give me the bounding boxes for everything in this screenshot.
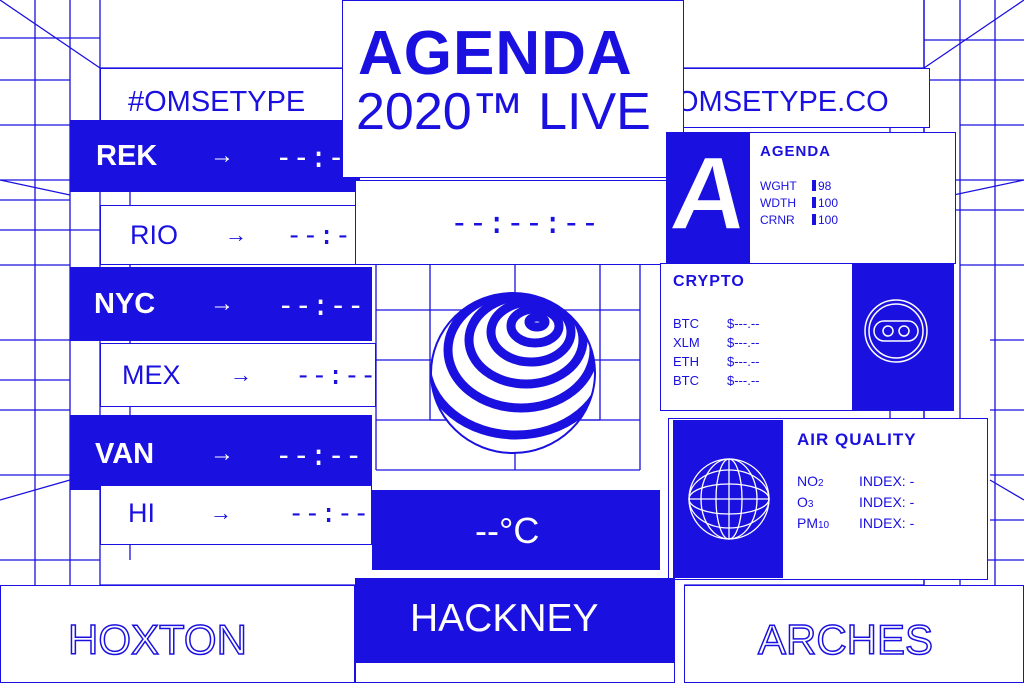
hashtag-label: #OMSETYPE [128,86,306,118]
city-code: VAN [95,438,155,470]
coin-symbol: XLM [673,335,700,350]
axis-value: 100 [818,196,839,210]
city-time: --:-- [288,498,370,529]
city-code: HI [128,498,155,528]
arrow-right-icon: → [210,440,234,467]
axis-label: CRNR [760,213,795,227]
crypto-title: CRYPTO [673,273,745,290]
poster: #OMSETYPE OMSETYPE.CO REK → --:-- RIO → … [0,0,1024,683]
arrow-right-icon: → [230,362,252,387]
temperature-value: --°C [475,510,540,551]
city-time: --:-- [295,360,377,391]
globe-icon [688,458,770,540]
pollutant-label: NO2 [797,473,824,489]
coin-symbol: BTC [673,373,699,388]
striped-sphere-icon [430,292,596,454]
coin-price: $---.-- [727,354,760,369]
location-right: ARCHES [757,615,934,664]
city-code: RIO [130,220,179,250]
axis-value: 100 [818,213,839,227]
page-subtitle: 2020™ LIVE [356,83,651,141]
page-title: AGENDA [358,19,633,88]
coin-price: $---.-- [727,373,760,388]
city-time: --:-- [275,438,363,472]
city-code: REK [96,140,158,172]
glyph-a-icon: A [665,135,754,253]
axis-label: WGHT [760,179,797,193]
city-time: --:-- [277,288,365,322]
pollutant-label: PM10 [797,515,830,531]
coin-price: $---.-- [727,335,760,350]
pollutant-index: INDEX: - [859,473,915,489]
arrow-right-icon: → [210,500,232,525]
pollutant-label: O3 [797,494,814,510]
coin-symbol: BTC [673,316,699,331]
arrow-right-icon: → [210,290,234,317]
city-code: MEX [122,360,181,390]
axis-slider-marker[interactable] [812,180,816,191]
coin-symbol: ETH [673,354,699,369]
axis-slider-marker[interactable] [812,197,816,208]
location-center: HACKNEY [410,597,599,640]
pollutant-index: INDEX: - [859,515,915,531]
website-label: OMSETYPE.CO [676,86,889,118]
arrow-right-icon: → [210,142,234,169]
location-left: HOXTON [67,615,247,664]
coin-icon [864,299,928,363]
city-code: NYC [94,288,156,320]
font-panel-title: AGENDA [760,143,832,160]
location-panel-center-base [355,662,675,683]
axis-slider-marker[interactable] [812,214,816,225]
axis-value: 98 [818,179,832,193]
axis-label: WDTH [760,196,796,210]
clock-display: --:--:-- [450,205,600,241]
coin-price: $---.-- [727,316,760,331]
arrow-right-icon: → [225,222,247,247]
pollutant-index: INDEX: - [859,494,915,510]
air-quality-title: AIR QUALITY [797,430,917,449]
